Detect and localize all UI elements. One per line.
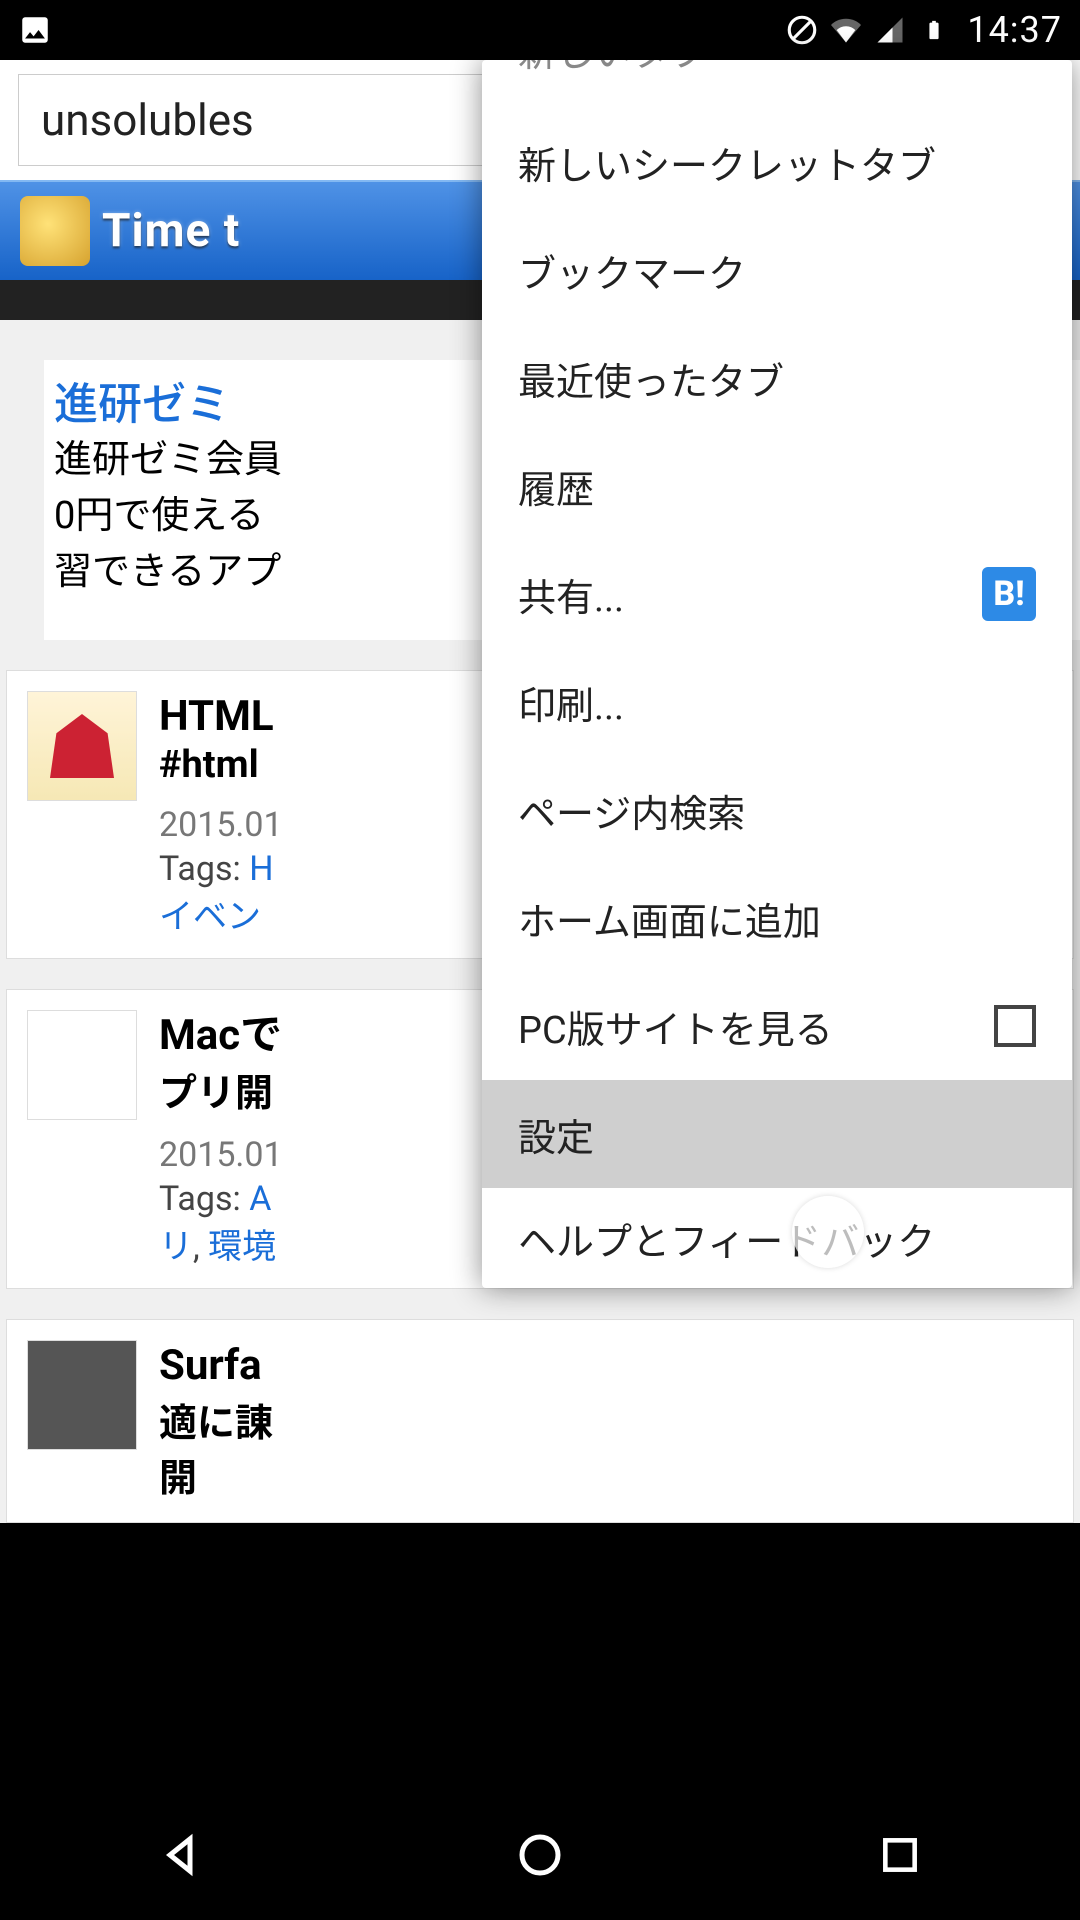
article-title: Surfa [159,1340,1053,1392]
desktop-site-checkbox[interactable] [994,1005,1036,1047]
no-entry-icon [785,13,819,47]
article-thumb [27,691,137,801]
url-text: unsolubles [41,94,254,146]
menu-find-in-page[interactable]: ページ内検索 [482,756,1072,864]
menu-new-tab[interactable]: 新しいタブ [482,60,1072,108]
article-thumb [27,1340,137,1450]
menu-recent-tabs[interactable]: 最近使ったタブ [482,324,1072,432]
menu-desktop-site[interactable]: PC版サイトを見る [482,972,1072,1080]
picture-icon [18,13,52,47]
home-button[interactable] [510,1825,570,1885]
menu-add-to-home[interactable]: ホーム画面に追加 [482,864,1072,972]
signal-icon [873,13,907,47]
article-subtitle: 開 [159,1447,1053,1502]
overflow-menu: 新しいタブ 新しいシークレットタブ ブックマーク 最近使ったタブ 履歴 共有..… [482,60,1072,1288]
recent-apps-button[interactable] [870,1825,930,1885]
menu-print[interactable]: 印刷... [482,648,1072,756]
menu-help-feedback[interactable]: ヘルプとフィードバック [482,1188,1072,1288]
article-card[interactable]: Surfa 適に諌 開 [6,1319,1074,1523]
nav-bar [0,1790,1080,1920]
site-logo-icon [20,196,90,266]
menu-new-incognito[interactable]: 新しいシークレットタブ [482,108,1072,216]
hatena-icon: B! [982,567,1036,621]
site-title: Time t [102,204,240,258]
clock-text: 14:37 [967,9,1062,51]
article-subtitle: 適に諌 [159,1392,1053,1447]
menu-bookmarks[interactable]: ブックマーク [482,216,1072,324]
wifi-icon [829,13,863,47]
status-bar: 14:37 [0,0,1080,60]
menu-history[interactable]: 履歴 [482,432,1072,540]
article-thumb [27,1010,137,1120]
menu-settings[interactable]: 設定 [482,1080,1072,1188]
menu-share[interactable]: 共有... B! [482,540,1072,648]
back-button[interactable] [150,1825,210,1885]
battery-icon [917,13,951,47]
